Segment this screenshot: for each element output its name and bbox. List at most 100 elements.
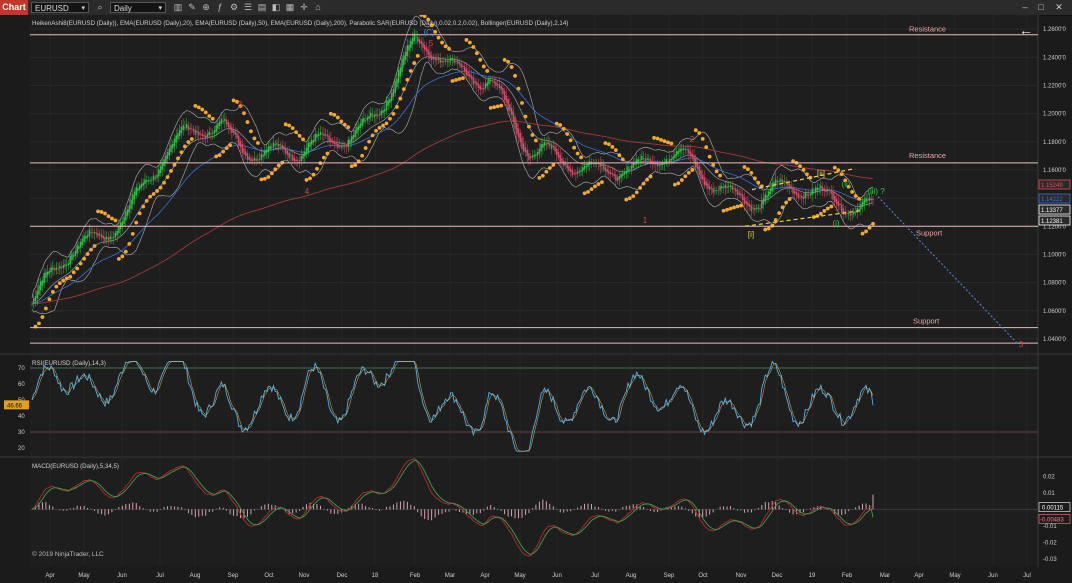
- sar-dot: [749, 171, 754, 175]
- maximize-icon[interactable]: □: [1034, 1, 1048, 13]
- x-tick-label: Apr: [480, 573, 489, 579]
- candle-body: [863, 200, 866, 205]
- drawing-tools-icon[interactable]: ✎: [186, 1, 198, 13]
- level-label: Resistance: [909, 151, 946, 160]
- candle-body: [521, 137, 523, 150]
- sar-dot: [770, 223, 775, 228]
- sar-dot: [669, 141, 674, 146]
- candle-body: [799, 195, 801, 197]
- sar-dot: [662, 139, 667, 144]
- candle-body: [337, 143, 339, 148]
- sar-dot: [485, 69, 490, 73]
- sar-dot: [596, 182, 601, 186]
- candle-body: [453, 58, 455, 63]
- candle-body: [502, 88, 504, 94]
- sar-dot: [276, 163, 281, 168]
- candle-body: [361, 118, 363, 126]
- candle-body: [389, 99, 391, 103]
- candle-body: [754, 208, 756, 211]
- candle-body: [662, 163, 664, 165]
- sar-dot: [798, 164, 802, 169]
- price-panel[interactable]: [30, 15, 1038, 353]
- candle-body: [368, 116, 370, 119]
- candle-body: [133, 191, 136, 200]
- sar-dot: [707, 154, 712, 159]
- candle-body: [194, 130, 197, 135]
- x-tick-label: Jun: [117, 573, 127, 579]
- macd-panel[interactable]: [30, 458, 1038, 565]
- candle-body: [151, 179, 153, 181]
- candle-body: [734, 188, 737, 192]
- chart-trader-icon[interactable]: ◧: [270, 1, 282, 13]
- crosshair-icon[interactable]: ✛: [298, 1, 310, 13]
- chart-canvas[interactable]: Resistance Resistance Support Support (C) 5 3…: [0, 15, 1072, 583]
- close-icon[interactable]: ✕: [1052, 1, 1066, 13]
- candle-body: [868, 197, 871, 201]
- sar-dot: [252, 136, 257, 141]
- candle-body: [112, 237, 115, 238]
- price-panel-header: HeikenAshi8(EURUSD (Daily)), EMA(EURUSD …: [32, 20, 568, 27]
- lock-icon[interactable]: ⌂: [312, 1, 324, 13]
- candle-body: [36, 290, 38, 299]
- sar-dot: [513, 73, 517, 78]
- sar-dot: [481, 64, 486, 69]
- candle-body: [623, 172, 626, 175]
- data-box-icon[interactable]: ▤: [256, 1, 268, 13]
- candle-body: [571, 170, 574, 176]
- candle-body: [185, 123, 188, 128]
- sar-dot: [96, 209, 100, 214]
- candle-body: [79, 242, 82, 248]
- candle-body: [180, 126, 183, 134]
- zoom-icon[interactable]: ⊕: [200, 1, 212, 13]
- sar-dot: [679, 178, 684, 182]
- sar-dot: [787, 197, 792, 201]
- sar-dot: [763, 227, 768, 232]
- candle-body: [557, 151, 560, 158]
- price-tick-label: 1.2200'0: [1043, 83, 1066, 89]
- candle-body: [780, 179, 782, 182]
- candle-body: [771, 182, 773, 192]
- sar-dot: [200, 107, 205, 112]
- candle-body: [114, 232, 117, 238]
- candle-body: [625, 171, 627, 174]
- rsi-panel[interactable]: [30, 355, 1038, 456]
- candle-body: [750, 205, 753, 212]
- sar-dot: [780, 205, 785, 210]
- search-icon[interactable]: ⌕: [94, 1, 106, 13]
- candle-body: [717, 190, 720, 192]
- templates-icon[interactable]: ▦: [284, 1, 296, 13]
- candle-body: [642, 158, 645, 159]
- chart-tab[interactable]: Chart: [0, 0, 28, 15]
- candle-body: [481, 87, 483, 89]
- candle-body: [85, 236, 87, 239]
- indicator-icon[interactable]: ƒ: [214, 1, 226, 13]
- properties-icon[interactable]: ☰: [242, 1, 254, 13]
- sar-dot: [189, 137, 194, 141]
- candle-body: [740, 193, 742, 196]
- candle-body: [359, 123, 362, 128]
- candle-body: [304, 151, 306, 157]
- x-tick-label: Aug: [626, 573, 637, 579]
- minimize-icon[interactable]: –: [1018, 1, 1032, 13]
- candle-body: [350, 136, 353, 142]
- instrument-selector[interactable]: EURUSD ▾: [31, 2, 89, 13]
- candle-body: [503, 90, 506, 101]
- sar-dot: [516, 86, 521, 91]
- candle-body: [568, 166, 570, 171]
- strategy-icon[interactable]: ⚙: [228, 1, 240, 13]
- candle-body: [496, 83, 499, 85]
- back-arrow-icon[interactable]: ←: [1019, 22, 1033, 38]
- candle-body: [317, 134, 320, 136]
- candle-body: [71, 253, 73, 261]
- candle-body: [839, 203, 841, 206]
- candle-body: [74, 250, 77, 257]
- sar-dot: [61, 278, 66, 283]
- chevron-down-icon: ▾: [158, 5, 162, 12]
- sar-dot: [193, 104, 198, 108]
- period-selector[interactable]: Daily ▾: [110, 2, 166, 13]
- candle-body: [295, 159, 297, 162]
- candle-body: [583, 165, 586, 170]
- sar-dot: [158, 185, 163, 190]
- bar-style-icon[interactable]: ▥: [172, 1, 184, 13]
- sar-dot: [224, 146, 229, 151]
